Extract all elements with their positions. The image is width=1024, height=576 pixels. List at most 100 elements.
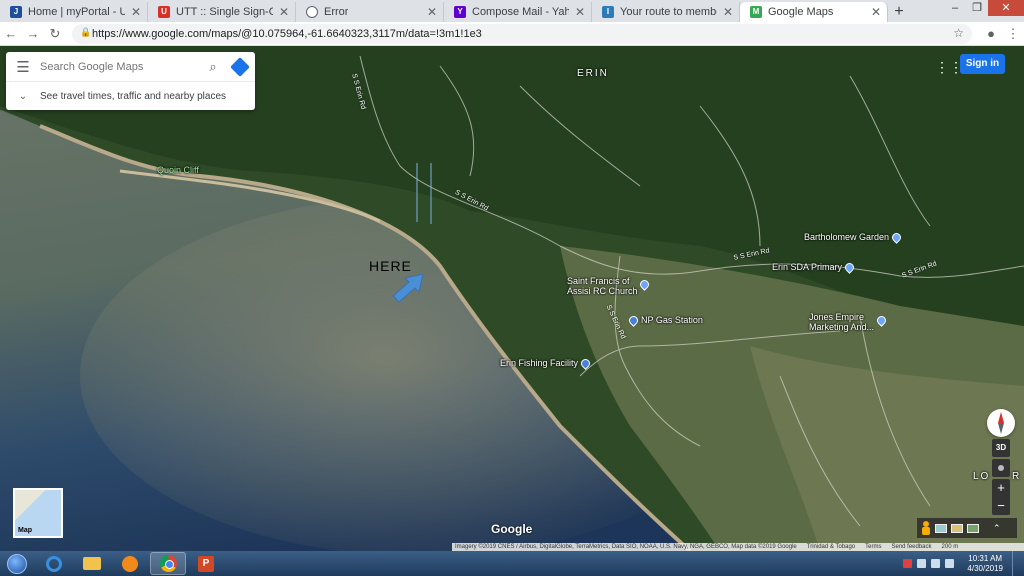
taskbar-powerpoint[interactable]: P bbox=[188, 552, 224, 575]
my-location-icon[interactable] bbox=[992, 459, 1010, 477]
poi-label: Bartholomew Garden bbox=[804, 232, 890, 242]
window-close-icon[interactable]: ✕ bbox=[988, 0, 1024, 16]
place-label-ro: R bbox=[1012, 471, 1022, 482]
back-arrow-icon[interactable]: ← bbox=[0, 26, 22, 41]
poi-label: Erin SDA Primary bbox=[772, 262, 843, 272]
here-arrow-icon bbox=[392, 274, 424, 303]
imagery-attribution: Imagery ©2019 CNES / Airbus, DigitalGlob… bbox=[455, 544, 797, 550]
close-icon[interactable]: ✕ bbox=[723, 5, 733, 19]
profile-icon[interactable]: ● bbox=[980, 26, 1002, 41]
address-bar[interactable]: 🔒 https://www.google.com/maps/@10.075964… bbox=[72, 23, 972, 44]
maps-favicon-icon: M bbox=[750, 6, 762, 18]
map-canvas[interactable]: ERIN Quoin Cliff LO R S S Erin Rd S S Er… bbox=[0, 46, 1024, 551]
windows-taskbar: P 10:31 AM 4/30/2019 bbox=[0, 551, 1024, 576]
place-label-erin: ERIN bbox=[577, 68, 609, 79]
zoom-in-button[interactable]: + bbox=[992, 479, 1010, 497]
place-pin-icon bbox=[890, 230, 903, 244]
windows-logo-icon bbox=[7, 553, 27, 574]
media-player-icon bbox=[122, 555, 138, 572]
hamburger-menu-icon[interactable]: ☰ bbox=[6, 58, 40, 76]
terms-link[interactable]: Terms bbox=[865, 544, 881, 550]
poi-label: Assisi RC Church bbox=[567, 286, 638, 296]
clock-time: 10:31 AM bbox=[968, 553, 1003, 563]
tab-error[interactable]: Error ✕ bbox=[296, 2, 444, 22]
map-layer-toggle[interactable]: Map bbox=[13, 488, 63, 538]
tab-yahoo-mail[interactable]: Y Compose Mail - Yahoo Mail ✕ bbox=[444, 2, 592, 22]
browser-toolbar: ← → ↻ 🔒 https://www.google.com/maps/@10.… bbox=[0, 22, 1024, 46]
search-icon[interactable]: ⌕ bbox=[201, 59, 225, 75]
show-desktop-button[interactable] bbox=[1012, 551, 1020, 576]
window-controls: – ❐ ✕ bbox=[944, 0, 1024, 16]
bookmark-star-icon[interactable]: ☆ bbox=[953, 26, 964, 40]
tab-myportal[interactable]: J Home | myPortal - UTT ✕ bbox=[0, 2, 148, 22]
tab-title: Home | myPortal - UTT bbox=[28, 6, 125, 18]
imagery-thumb-icon[interactable] bbox=[967, 523, 979, 533]
close-icon[interactable]: ✕ bbox=[131, 5, 141, 19]
sign-in-button[interactable]: Sign in bbox=[960, 54, 1005, 74]
place-label-lo: LO bbox=[973, 471, 991, 482]
poi-np-gas-station[interactable]: NP Gas Station bbox=[627, 313, 703, 327]
folder-icon bbox=[83, 557, 101, 570]
place-label-quoin-cliff: Quoin Cliff bbox=[157, 165, 199, 175]
tray-alert-icon[interactable] bbox=[903, 559, 913, 568]
fishing-pin-icon bbox=[579, 356, 592, 370]
network-icon[interactable] bbox=[931, 559, 941, 568]
institute-favicon-icon: I bbox=[602, 6, 614, 18]
poi-saint-francis-church[interactable]: Saint Francis of Assisi RC Church bbox=[567, 276, 638, 296]
myportal-favicon-icon: J bbox=[10, 6, 22, 18]
travel-times-toggle[interactable]: ⌄ See travel times, traffic and nearby p… bbox=[6, 82, 255, 110]
tab-membership[interactable]: I Your route to membership | Inst ✕ bbox=[592, 2, 740, 22]
taskbar-explorer[interactable] bbox=[74, 552, 110, 575]
tab-utt-sso[interactable]: U UTT :: Single Sign-On to all your ✕ bbox=[148, 2, 296, 22]
tab-title: UTT :: Single Sign-On to all your bbox=[176, 6, 273, 18]
close-icon[interactable]: ✕ bbox=[279, 5, 289, 19]
taskbar-ie[interactable] bbox=[36, 552, 72, 575]
lock-icon: 🔒 bbox=[80, 26, 92, 37]
pegman-icon[interactable] bbox=[921, 521, 931, 535]
close-icon[interactable]: ✕ bbox=[871, 5, 881, 19]
zoom-control: + − bbox=[992, 479, 1010, 515]
maximize-icon[interactable]: ❐ bbox=[966, 0, 988, 16]
directions-icon[interactable] bbox=[225, 56, 255, 77]
imagery-thumb-icon[interactable] bbox=[951, 523, 963, 533]
minimize-icon[interactable]: – bbox=[944, 0, 966, 16]
search-input[interactable] bbox=[40, 60, 201, 73]
minimap-label: Map bbox=[18, 527, 32, 534]
poi-erin-sda-primary[interactable]: Erin SDA Primary bbox=[772, 260, 856, 274]
toggle-3d-button[interactable]: 3D bbox=[992, 439, 1010, 457]
apps-grid-icon[interactable]: ⋮⋮ bbox=[935, 59, 963, 76]
close-icon[interactable]: ✕ bbox=[575, 5, 585, 19]
volume-icon[interactable] bbox=[945, 559, 955, 568]
imagery-thumb-icon[interactable] bbox=[935, 523, 947, 533]
yahoo-favicon-icon: Y bbox=[454, 6, 466, 18]
school-pin-icon bbox=[843, 260, 856, 274]
clock[interactable]: 10:31 AM 4/30/2019 bbox=[967, 554, 1003, 574]
poi-erin-fishing-facility[interactable]: Erin Fishing Facility bbox=[500, 356, 592, 370]
taskbar-chrome[interactable] bbox=[150, 552, 186, 575]
new-tab-button[interactable]: + bbox=[888, 2, 910, 22]
reload-icon[interactable]: ↻ bbox=[44, 26, 66, 42]
street-view-bar: ⌃ bbox=[917, 518, 1017, 538]
utt-favicon-icon: U bbox=[158, 6, 170, 18]
start-button[interactable] bbox=[0, 551, 34, 576]
attribution-bar: Imagery ©2019 CNES / Airbus, DigitalGlob… bbox=[452, 543, 1024, 551]
poi-label: Erin Fishing Facility bbox=[500, 358, 579, 368]
poi-label: NP Gas Station bbox=[641, 315, 703, 325]
zoom-out-button[interactable]: − bbox=[992, 497, 1010, 515]
tray-flag-icon[interactable] bbox=[917, 559, 927, 568]
poi-label: Marketing And... bbox=[809, 322, 875, 332]
country-link[interactable]: Trinidad & Tobago bbox=[807, 544, 855, 550]
url-text: https://www.google.com/maps/@10.075964,-… bbox=[92, 27, 482, 40]
poi-bartholomew-garden[interactable]: Bartholomew Garden bbox=[804, 230, 903, 244]
scale-label[interactable]: 200 m bbox=[942, 544, 959, 550]
compass-icon[interactable] bbox=[987, 409, 1015, 437]
menu-dots-icon[interactable]: ⋮ bbox=[1002, 26, 1024, 42]
forward-arrow-icon[interactable]: → bbox=[22, 26, 44, 41]
taskbar-media-player[interactable] bbox=[112, 552, 148, 575]
expand-up-icon[interactable]: ⌃ bbox=[993, 523, 1001, 534]
feedback-link[interactable]: Send feedback bbox=[891, 544, 931, 550]
tab-google-maps[interactable]: M Google Maps ✕ bbox=[740, 2, 888, 22]
poi-jones-empire[interactable]: Jones Empire Marketing And... bbox=[809, 312, 874, 332]
close-icon[interactable]: ✕ bbox=[427, 5, 437, 19]
tab-title: Compose Mail - Yahoo Mail bbox=[472, 6, 569, 18]
